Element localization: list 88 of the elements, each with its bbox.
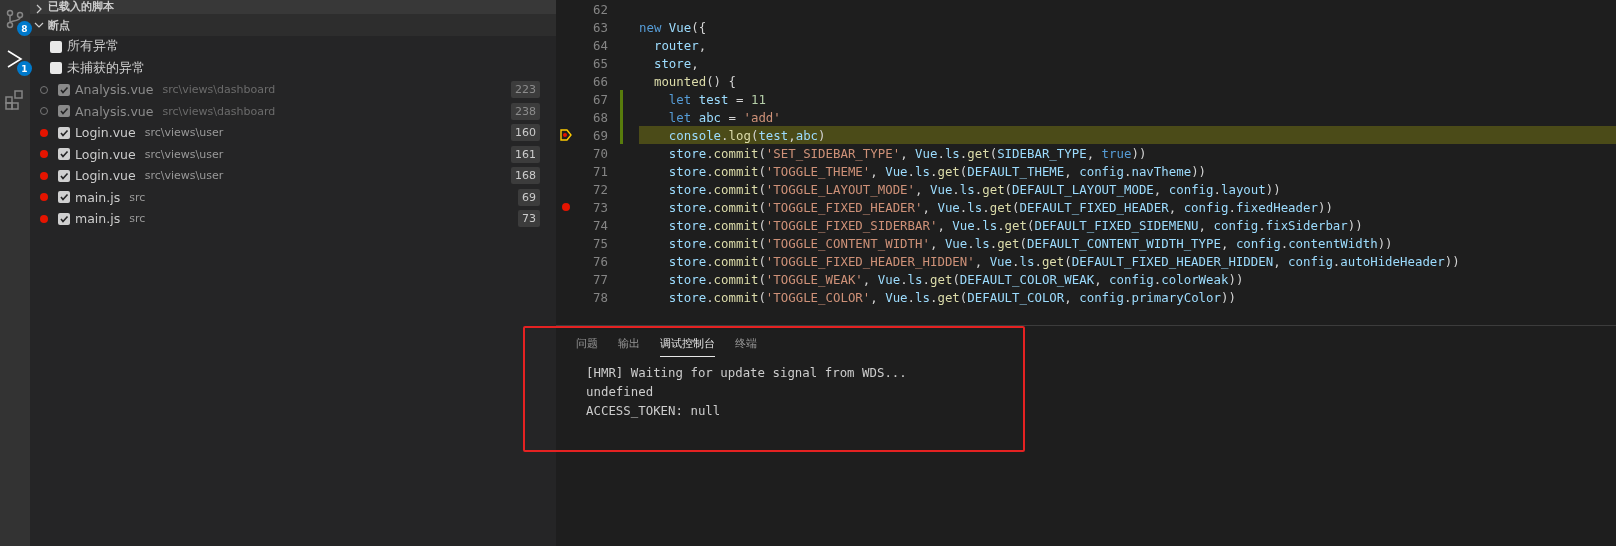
line-number: 62 bbox=[592, 1, 608, 17]
line-number: 67 bbox=[592, 91, 608, 107]
extensions-icon[interactable] bbox=[4, 88, 26, 110]
code-line: store.commit('TOGGLE_FIXED_HEADER_HIDDEN', Vue.ls.get(DEFAULT_FIXED_HEADER_HIDDEN, config.autoHideHeader)) bbox=[667, 252, 1461, 270]
line-number: 68 bbox=[592, 109, 608, 125]
breakpoint-item[interactable]: main.js src 69 bbox=[30, 186, 556, 208]
code-line: router, bbox=[652, 36, 708, 54]
file-path: src\views\user bbox=[144, 126, 224, 140]
breakpoint-label: 未捕获的异常 bbox=[67, 59, 145, 77]
line-number: 64 bbox=[592, 37, 608, 53]
breakpoint-item[interactable]: Login.vue src\views\user 161 bbox=[30, 143, 556, 165]
breakpoint-label: Login.vue bbox=[75, 125, 136, 141]
file-path: src\views\dashboard bbox=[162, 104, 276, 118]
line-number: 77 bbox=[592, 271, 608, 287]
line-number-badge: 161 bbox=[511, 145, 540, 163]
checkbox[interactable] bbox=[58, 169, 70, 182]
code-line: store.commit('TOGGLE_FIXED_HEADER', Vue.ls.get(DEFAULT_FIXED_HEADER, config.fixedHeader)) bbox=[667, 198, 1334, 216]
checkbox[interactable] bbox=[50, 40, 62, 53]
breakpoint-item[interactable]: Analysis.vue src\views\dashboard 223 bbox=[30, 79, 556, 101]
panel-tab[interactable]: 问题 bbox=[576, 332, 598, 357]
line-number: 66 bbox=[592, 73, 608, 89]
section-header[interactable]: 断点 bbox=[30, 14, 556, 36]
count-badge: 1 bbox=[17, 61, 32, 76]
breakpoint-label: 所有异常 bbox=[67, 38, 119, 56]
breakpoint-item[interactable]: main.js src 73 bbox=[30, 208, 556, 230]
line-number: 71 bbox=[592, 163, 608, 179]
code-line: store.commit('TOGGLE_FIXED_SIDERBAR', Vue.ls.get(DEFAULT_FIXED_SIDEMENU, config.fixSiderbar)) bbox=[667, 216, 1364, 234]
checkbox[interactable] bbox=[58, 83, 70, 96]
section-title: 已载入的脚本 bbox=[48, 0, 114, 14]
breakpoint-item[interactable]: Login.vue src\views\user 160 bbox=[30, 122, 556, 144]
line-number: 70 bbox=[592, 145, 608, 161]
breakpoint-label: main.js bbox=[75, 211, 121, 227]
panel-tab[interactable]: 输出 bbox=[618, 332, 640, 357]
count-badge: 8 bbox=[17, 21, 32, 36]
line-number-badge: 168 bbox=[511, 167, 540, 185]
breakpoint-item[interactable]: Login.vue src\views\user 168 bbox=[30, 165, 556, 187]
line-number: 73 bbox=[592, 199, 608, 215]
line-number: 75 bbox=[592, 235, 608, 251]
section-header[interactable]: 已载入的脚本 bbox=[30, 0, 556, 14]
code-line: store, bbox=[652, 54, 700, 72]
code-line: store.commit('TOGGLE_COLOR', Vue.ls.get(DEFAULT_COLOR, config.primaryColor)) bbox=[667, 288, 1237, 306]
panel-tab[interactable]: 调试控制台 bbox=[660, 332, 715, 357]
file-path: src bbox=[129, 190, 146, 204]
code-line: let test = 11 bbox=[667, 90, 767, 108]
line-number-badge: 238 bbox=[511, 102, 540, 120]
line-number: 74 bbox=[592, 217, 608, 233]
file-path: src\views\user bbox=[144, 169, 224, 183]
code-line: new Vue({ bbox=[639, 18, 708, 36]
breakpoint-icon[interactable] bbox=[562, 203, 570, 211]
breakpoint-label: Analysis.vue bbox=[75, 82, 154, 98]
line-number: 63 bbox=[592, 19, 608, 35]
console-output-line: undefined bbox=[586, 383, 655, 401]
file-path: src bbox=[129, 212, 146, 226]
line-number: 72 bbox=[592, 181, 608, 197]
line-number: 65 bbox=[592, 55, 608, 71]
code-line: mounted() { bbox=[652, 72, 737, 90]
line-number: 76 bbox=[592, 253, 608, 269]
line-number-badge: 160 bbox=[511, 124, 540, 142]
code-line: store.commit('TOGGLE_LAYOUT_MODE', Vue.ls.get(DEFAULT_LAYOUT_MODE, config.layout)) bbox=[667, 180, 1282, 198]
file-path: src\views\dashboard bbox=[162, 83, 276, 97]
checkbox[interactable] bbox=[58, 212, 70, 225]
line-number: 78 bbox=[592, 289, 608, 305]
line-number-badge: 73 bbox=[518, 210, 540, 228]
console-output-line: ACCESS_TOKEN: null bbox=[586, 402, 722, 420]
code-line: store.commit('TOGGLE_WEAK', Vue.ls.get(DEFAULT_COLOR_WEAK, config.colorWeak)) bbox=[667, 270, 1245, 288]
exception-item[interactable]: 所有异常 bbox=[30, 36, 556, 58]
code-line: store.commit('TOGGLE_THEME', Vue.ls.get(DEFAULT_THEME, config.navTheme)) bbox=[667, 162, 1208, 180]
breakpoint-label: Login.vue bbox=[75, 146, 136, 162]
breakpoint-label: main.js bbox=[75, 189, 121, 205]
checkbox[interactable] bbox=[58, 105, 70, 118]
panel-tab[interactable]: 终端 bbox=[735, 332, 757, 357]
checkbox[interactable] bbox=[50, 62, 62, 75]
section-title: 断点 bbox=[48, 17, 70, 33]
code-line: store.commit('SET_SIDEBAR_TYPE', Vue.ls.get(SIDEBAR_TYPE, true)) bbox=[667, 144, 1148, 162]
line-number-badge: 223 bbox=[511, 81, 540, 99]
console-output-line: [HMR] Waiting for update signal from WDS... bbox=[586, 364, 908, 382]
breakpoint-label: Analysis.vue bbox=[75, 103, 154, 119]
code-line: let abc = 'add' bbox=[667, 108, 782, 126]
breakpoint-item[interactable]: Analysis.vue src\views\dashboard 238 bbox=[30, 100, 556, 122]
checkbox[interactable] bbox=[58, 148, 70, 161]
checkbox[interactable] bbox=[58, 191, 70, 204]
checkbox[interactable] bbox=[58, 126, 70, 139]
code-line: store.commit('TOGGLE_CONTENT_WIDTH', Vue.ls.get(DEFAULT_CONTENT_WIDTH_TYPE, config.contentWidth)) bbox=[667, 234, 1394, 252]
line-number: 69 bbox=[592, 127, 608, 143]
exception-item[interactable]: 未捕获的异常 bbox=[30, 57, 556, 79]
line-number-badge: 69 bbox=[518, 188, 540, 206]
breakpoint-label: Login.vue bbox=[75, 168, 136, 184]
file-path: src\views\user bbox=[144, 147, 224, 161]
